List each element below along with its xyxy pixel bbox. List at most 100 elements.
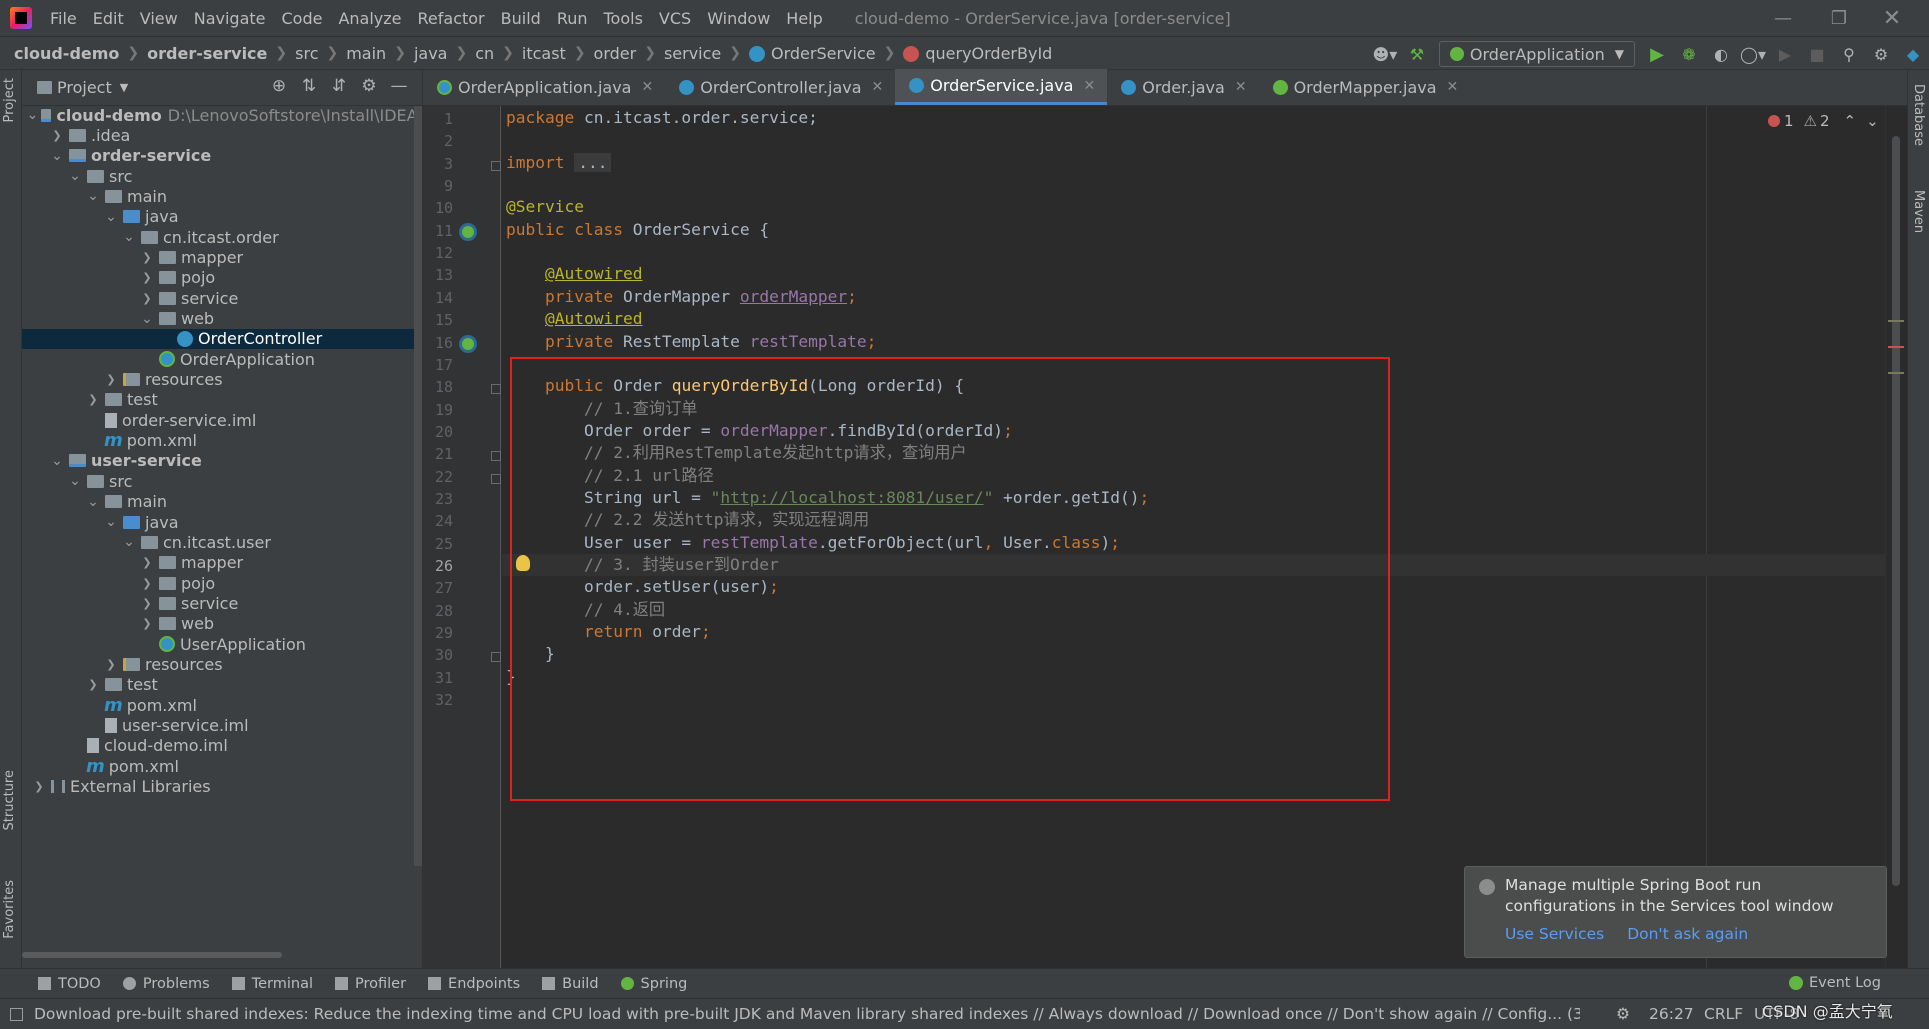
tree-node[interactable]: ❯ resources — [22, 654, 422, 674]
tool-tab-profiler[interactable]: Profiler — [334, 976, 406, 992]
tree-node[interactable]: UserApplication — [22, 634, 422, 654]
close-window-button[interactable]: ✕ — [1864, 0, 1920, 36]
tree-node[interactable]: ❯ web — [22, 614, 422, 634]
chevron-down-icon[interactable]: ⌄ — [27, 107, 39, 123]
tool-tab-build[interactable]: Build — [542, 976, 599, 992]
tree-node[interactable]: ❯ pojo — [22, 573, 422, 593]
hide-panel-icon[interactable]: — — [384, 76, 414, 96]
menu-item-refactor[interactable]: Refactor — [410, 9, 493, 28]
menu-item-code[interactable]: Code — [274, 9, 331, 28]
tree-node[interactable]: ❯ test — [22, 390, 422, 410]
chevron-right-icon[interactable]: ❯ — [138, 556, 156, 569]
chevron-down-icon[interactable]: ▼ — [120, 81, 128, 94]
tree-node[interactable]: ❯ mapper — [22, 553, 422, 573]
tree-node[interactable]: OrderApplication — [22, 349, 422, 369]
chevron-right-icon[interactable]: ❯ — [138, 292, 156, 305]
breadcrumb-item[interactable]: itcast — [522, 44, 566, 63]
breadcrumb-item[interactable]: service — [664, 44, 721, 63]
tool-tab-terminal[interactable]: Terminal — [231, 976, 313, 992]
tree-node[interactable]: order-service.iml — [22, 410, 422, 430]
tool-tab-endpoints[interactable]: Endpoints — [428, 976, 520, 992]
use-services-link[interactable]: Use Services — [1505, 925, 1604, 943]
user-icon[interactable]: ☻▾ — [1372, 41, 1398, 67]
fold-marker-icon[interactable] — [491, 652, 501, 663]
coverage-icon[interactable]: ◐ — [1708, 41, 1734, 67]
chevron-down-icon[interactable]: ⌄ — [102, 514, 120, 530]
fold-marker-icon[interactable] — [491, 384, 501, 395]
tool-tab-todo[interactable]: TODO — [38, 976, 101, 992]
tree-node[interactable]: ❯ resources — [22, 370, 422, 390]
scroll-marker[interactable] — [1888, 320, 1904, 322]
breadcrumb-item[interactable]: cloud-demo — [14, 44, 119, 63]
tree-node[interactable]: ⌄ java — [22, 512, 422, 532]
chevron-right-icon[interactable]: ❯ — [30, 780, 48, 793]
project-tool-tab[interactable]: Project — [2, 78, 17, 122]
line-separator[interactable]: CRLF — [1704, 1005, 1743, 1023]
debug-icon[interactable]: ❁ — [1676, 41, 1702, 67]
menu-item-window[interactable]: Window — [699, 9, 778, 28]
tool-tab-spring[interactable]: Spring — [620, 976, 687, 992]
menu-item-vcs[interactable]: VCS — [651, 9, 699, 28]
editor-tab[interactable]: OrderApplication.java ✕ — [423, 69, 665, 105]
menu-item-build[interactable]: Build — [493, 9, 549, 28]
breadcrumb-item[interactable]: java — [414, 44, 448, 63]
chevron-down-icon[interactable]: ⌄ — [138, 311, 156, 327]
chevron-down-icon[interactable]: ⌄ — [84, 188, 102, 204]
tree-node[interactable]: ❯ pojo — [22, 268, 422, 288]
status-toggle-icon[interactable] — [10, 1008, 23, 1021]
tree-node[interactable]: ⌄ user-service — [22, 451, 422, 471]
breadcrumb-item[interactable]: order-service — [147, 44, 267, 63]
chevron-right-icon[interactable]: ❯ — [102, 373, 120, 386]
maximize-button[interactable]: ❐ — [1811, 0, 1867, 36]
project-horizontal-scrollbar[interactable] — [22, 952, 282, 958]
breadcrumb-item[interactable]: queryOrderById — [903, 44, 1052, 63]
close-tab-icon[interactable]: ✕ — [872, 79, 884, 95]
tree-node[interactable]: ⌄ cn.itcast.user — [22, 532, 422, 552]
run-icon[interactable]: ▶ — [1644, 41, 1670, 67]
chevron-down-icon[interactable]: ⌄ — [120, 229, 138, 245]
breadcrumb-item[interactable]: main — [346, 44, 386, 63]
tree-node[interactable]: ⌄ web — [22, 309, 422, 329]
fold-marker-icon[interactable] — [491, 451, 501, 462]
status-message[interactable]: Download pre-built shared indexes: Reduc… — [34, 1005, 1580, 1023]
chevron-down-icon[interactable]: ⌄ — [48, 148, 66, 164]
chevron-right-icon[interactable]: ❯ — [138, 597, 156, 610]
expand-all-icon[interactable]: ⇅ — [294, 76, 324, 96]
spring-bean-gutter-icon[interactable] — [459, 334, 477, 353]
fold-marker-icon[interactable] — [491, 160, 501, 171]
dont-ask-again-link[interactable]: Don't ask again — [1627, 925, 1748, 943]
tree-node[interactable]: m pom.xml — [22, 430, 422, 451]
locate-file-icon[interactable]: ⊕ — [264, 76, 294, 96]
editor-tab[interactable]: OrderController.java ✕ — [665, 69, 895, 105]
stop-icon[interactable]: ■ — [1804, 41, 1830, 67]
tree-node[interactable]: ⌄ main — [22, 186, 422, 206]
tree-node[interactable]: ⌄ src — [22, 166, 422, 186]
favorites-tool-tab[interactable]: Favorites — [2, 880, 17, 939]
chevron-right-icon[interactable]: ❯ — [84, 678, 102, 691]
structure-tool-tab[interactable]: Structure — [2, 770, 17, 830]
chevron-down-icon[interactable]: ⌄ — [84, 494, 102, 510]
editor-scrollbar[interactable] — [1885, 106, 1907, 968]
background-tasks-icon[interactable]: ⚙ — [1616, 1005, 1630, 1023]
menu-item-tools[interactable]: Tools — [596, 9, 651, 28]
editor-scroll-thumb[interactable] — [1892, 136, 1900, 886]
search-icon[interactable]: ⚲ — [1836, 41, 1862, 67]
chevron-down-icon[interactable]: ⌄ — [120, 534, 138, 550]
tree-node[interactable]: OrderController — [22, 328, 422, 349]
editor-tab[interactable]: OrderMapper.java ✕ — [1259, 69, 1471, 105]
scroll-error-marker[interactable] — [1888, 346, 1904, 348]
chevron-down-icon[interactable]: ⌄ — [48, 453, 66, 469]
breadcrumb-item[interactable]: OrderService — [749, 44, 876, 63]
chevron-down-icon[interactable]: ⌄ — [66, 168, 84, 184]
spring-bean-gutter-icon[interactable] — [459, 222, 477, 241]
tree-node[interactable]: ❯ mapper — [22, 247, 422, 267]
menu-item-run[interactable]: Run — [549, 9, 596, 28]
build-hammer-icon[interactable]: ⚒ — [1404, 41, 1430, 67]
close-tab-icon[interactable]: ✕ — [1447, 79, 1459, 95]
menu-item-help[interactable]: Help — [778, 9, 830, 28]
resume-icon[interactable]: ▶ — [1772, 41, 1798, 67]
tree-node[interactable]: ⌄ cn.itcast.order — [22, 227, 422, 247]
database-tool-tab[interactable]: Database — [1911, 84, 1926, 146]
chevron-right-icon[interactable]: ❯ — [138, 251, 156, 264]
scroll-marker[interactable] — [1888, 372, 1904, 374]
